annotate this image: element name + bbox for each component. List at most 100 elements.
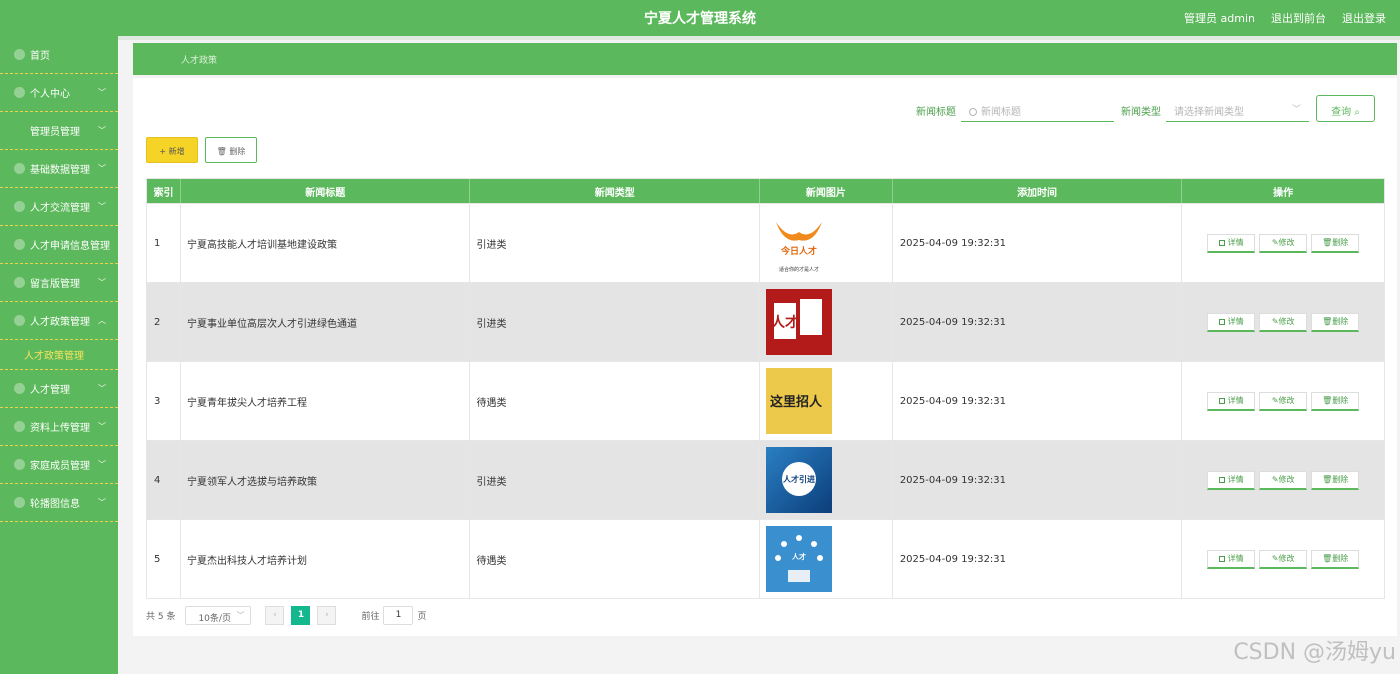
chevron-down-icon: ﹀ <box>98 278 106 287</box>
prev-page-button[interactable]: ‹ <box>265 605 285 625</box>
sidebar-item-family-members[interactable]: 家庭成员管理 ﹀ <box>0 446 118 484</box>
table-row: 4 宁夏领军人才选拔与培养政策 引进类 人才引进 2025-04-09 19:3… <box>147 440 1384 519</box>
delete-button[interactable]: 🗑 删除 <box>1311 233 1360 253</box>
query-button[interactable]: 查询 ⌕ <box>1316 95 1375 122</box>
news-image[interactable]: 今日人才 适合你的才是人才 <box>766 210 833 276</box>
sidebar-item-talent-management[interactable]: 人才管理 ﹀ <box>0 370 118 408</box>
exit-to-front-link[interactable]: 退出到前台 <box>1271 10 1326 26</box>
title-search-label: 新闻标题 <box>916 107 956 118</box>
news-image[interactable]: 人才 <box>766 526 833 592</box>
col-title-header[interactable]: 新闻标题 <box>181 179 471 203</box>
row-index: 4 <box>147 441 181 519</box>
edit-icon: ✎ <box>1271 396 1279 405</box>
detail-button[interactable]: 详情 <box>1207 233 1256 253</box>
sidebar-item-home[interactable]: 首页 <box>0 36 118 74</box>
col-time-header[interactable]: 添加时间 <box>893 179 1183 203</box>
trash-icon: 🗑 <box>1322 475 1333 484</box>
table-row: 5 宁夏杰出科技人才培养计划 待遇类 人才 2025-04-09 19:32:3… <box>147 519 1384 598</box>
edit-button[interactable]: ✎ 修改 <box>1259 549 1308 569</box>
chevron-down-icon: ﹀ <box>98 498 106 507</box>
delete-button[interactable]: 🗑 删除 <box>1311 549 1360 569</box>
breadcrumb-current: 人才政策 <box>181 56 218 66</box>
sidebar-item-basic-data[interactable]: 基础数据管理 ﹀ <box>0 150 118 188</box>
sidebar-item-admin-management[interactable]: 管理员管理 ﹀ <box>0 112 118 150</box>
header-divider <box>0 36 1400 40</box>
sidebar-item-carousel[interactable]: 轮播图信息 ﹀ <box>0 484 118 522</box>
add-button[interactable]: + 新增 <box>146 137 198 163</box>
row-title: 宁夏事业单位高层次人才引进绿色通道 <box>181 283 471 361</box>
chevron-down-icon: ﹀ <box>98 422 106 431</box>
sidebar-item-message-board[interactable]: 留言版管理 ﹀ <box>0 264 118 302</box>
trash-icon: 🗑 <box>1322 317 1333 326</box>
row-index: 2 <box>147 283 181 361</box>
col-type-header[interactable]: 新闻类型 <box>470 179 761 203</box>
detail-icon <box>1218 555 1225 562</box>
news-image[interactable]: 人才引进 <box>766 447 833 513</box>
page-suffix: 页 <box>417 611 427 622</box>
sidebar-item-file-upload[interactable]: 资料上传管理 ﹀ <box>0 408 118 446</box>
page-number-current[interactable]: 1 <box>291 605 311 625</box>
edit-button[interactable]: ✎ 修改 <box>1259 233 1308 253</box>
type-select[interactable]: 请选择新闻类型 ﹀ <box>1166 95 1309 122</box>
detail-button[interactable]: 详情 <box>1207 312 1256 332</box>
detail-button[interactable]: 详情 <box>1207 470 1256 490</box>
delete-button[interactable]: 🗑 删除 <box>1311 470 1360 490</box>
batch-delete-button[interactable]: 🗑 删除 <box>205 137 257 163</box>
family-icon <box>14 459 25 470</box>
row-actions: 详情 ✎ 修改 🗑 删除 <box>1182 362 1384 440</box>
detail-button[interactable]: 详情 <box>1207 391 1256 411</box>
chevron-down-icon: ﹀ <box>98 164 106 173</box>
trash-icon: 🗑 <box>1322 238 1333 247</box>
row-type: 待遇类 <box>470 520 761 598</box>
row-image-cell: 人才 <box>760 283 893 361</box>
sidebar-item-talent-application[interactable]: 人才申请信息管理 <box>0 226 118 264</box>
sidebar-item-talent-policy[interactable]: 人才政策管理 ︿ <box>0 302 118 340</box>
row-time: 2025-04-09 19:32:31 <box>893 204 1183 282</box>
logout-link[interactable]: 退出登录 <box>1342 10 1386 26</box>
row-actions: 详情 ✎ 修改 🗑 删除 <box>1182 441 1384 519</box>
table-row: 2 宁夏事业单位高层次人才引进绿色通道 引进类 人才 2025-04-09 19… <box>147 282 1384 361</box>
sidebar-item-talent-exchange[interactable]: 人才交流管理 ﹀ <box>0 188 118 226</box>
search-icon <box>969 108 977 116</box>
col-index-header[interactable]: 索引 <box>147 179 181 203</box>
main-panel: 新闻标题 新闻标题 新闻类型 请选择新闻类型 ﹀ 查询 ⌕ + 新增 🗑 删除 … <box>133 78 1397 636</box>
title-search-input[interactable]: 新闻标题 <box>961 95 1114 122</box>
talent-logo-image: 今日人才 适合你的才是人才 <box>776 222 823 273</box>
row-image-cell: 人才引进 <box>760 441 893 519</box>
detail-icon <box>1218 239 1225 246</box>
chevron-down-icon: ﹀ <box>98 460 106 469</box>
news-image[interactable]: 这里招人 <box>766 368 833 434</box>
edit-icon: ✎ <box>1271 317 1279 326</box>
delete-button[interactable]: 🗑 删除 <box>1311 391 1360 411</box>
chevron-down-icon: ﹀ <box>98 202 106 211</box>
row-time: 2025-04-09 19:32:31 <box>893 520 1183 598</box>
edit-button[interactable]: ✎ 修改 <box>1259 391 1308 411</box>
row-image-cell: 今日人才 适合你的才是人才 <box>760 204 893 282</box>
trash-icon: 🗑 <box>1322 554 1333 563</box>
delete-button[interactable]: 🗑 删除 <box>1311 312 1360 332</box>
detail-button[interactable]: 详情 <box>1207 549 1256 569</box>
table-row: 1 宁夏高技能人才培训基地建设政策 引进类 今日人才 适合你的才是人才 2025… <box>147 203 1384 282</box>
row-time: 2025-04-09 19:32:31 <box>893 441 1183 519</box>
row-index: 1 <box>147 204 181 282</box>
col-image-header[interactable]: 新闻图片 <box>760 179 893 203</box>
edit-button[interactable]: ✎ 修改 <box>1259 470 1308 490</box>
page-size-select[interactable]: 10条/页 ﹀ <box>185 605 252 625</box>
user-icon <box>14 87 25 98</box>
sidebar-subitem-talent-policy[interactable]: 人才政策管理 <box>0 340 118 370</box>
goto-page-input[interactable]: 1 <box>383 605 414 625</box>
chevron-down-icon: ﹀ <box>236 610 245 620</box>
edit-button[interactable]: ✎ 修改 <box>1259 312 1308 332</box>
news-image[interactable]: 人才 <box>766 289 833 355</box>
sidebar-item-personal-center[interactable]: 个人中心 ﹀ <box>0 74 118 112</box>
detail-icon <box>1218 476 1225 483</box>
table-header: 索引 新闻标题 新闻类型 新闻图片 添加时间 操作 <box>147 179 1384 203</box>
trash-icon: 🗑 <box>1322 396 1333 405</box>
type-search-label: 新闻类型 <box>1121 107 1161 118</box>
breadcrumb: 人才政策 <box>133 43 1397 75</box>
user-label: 管理员 admin <box>1184 12 1255 25</box>
sidebar: 首页 个人中心 ﹀ 管理员管理 ﹀ 基础数据管理 ﹀ 人才交流管理 ﹀ 人才申请信息管理… <box>0 36 118 674</box>
puzzle-image: 人才 <box>771 299 823 339</box>
next-page-button[interactable]: › <box>317 605 337 625</box>
row-type: 待遇类 <box>470 362 761 440</box>
